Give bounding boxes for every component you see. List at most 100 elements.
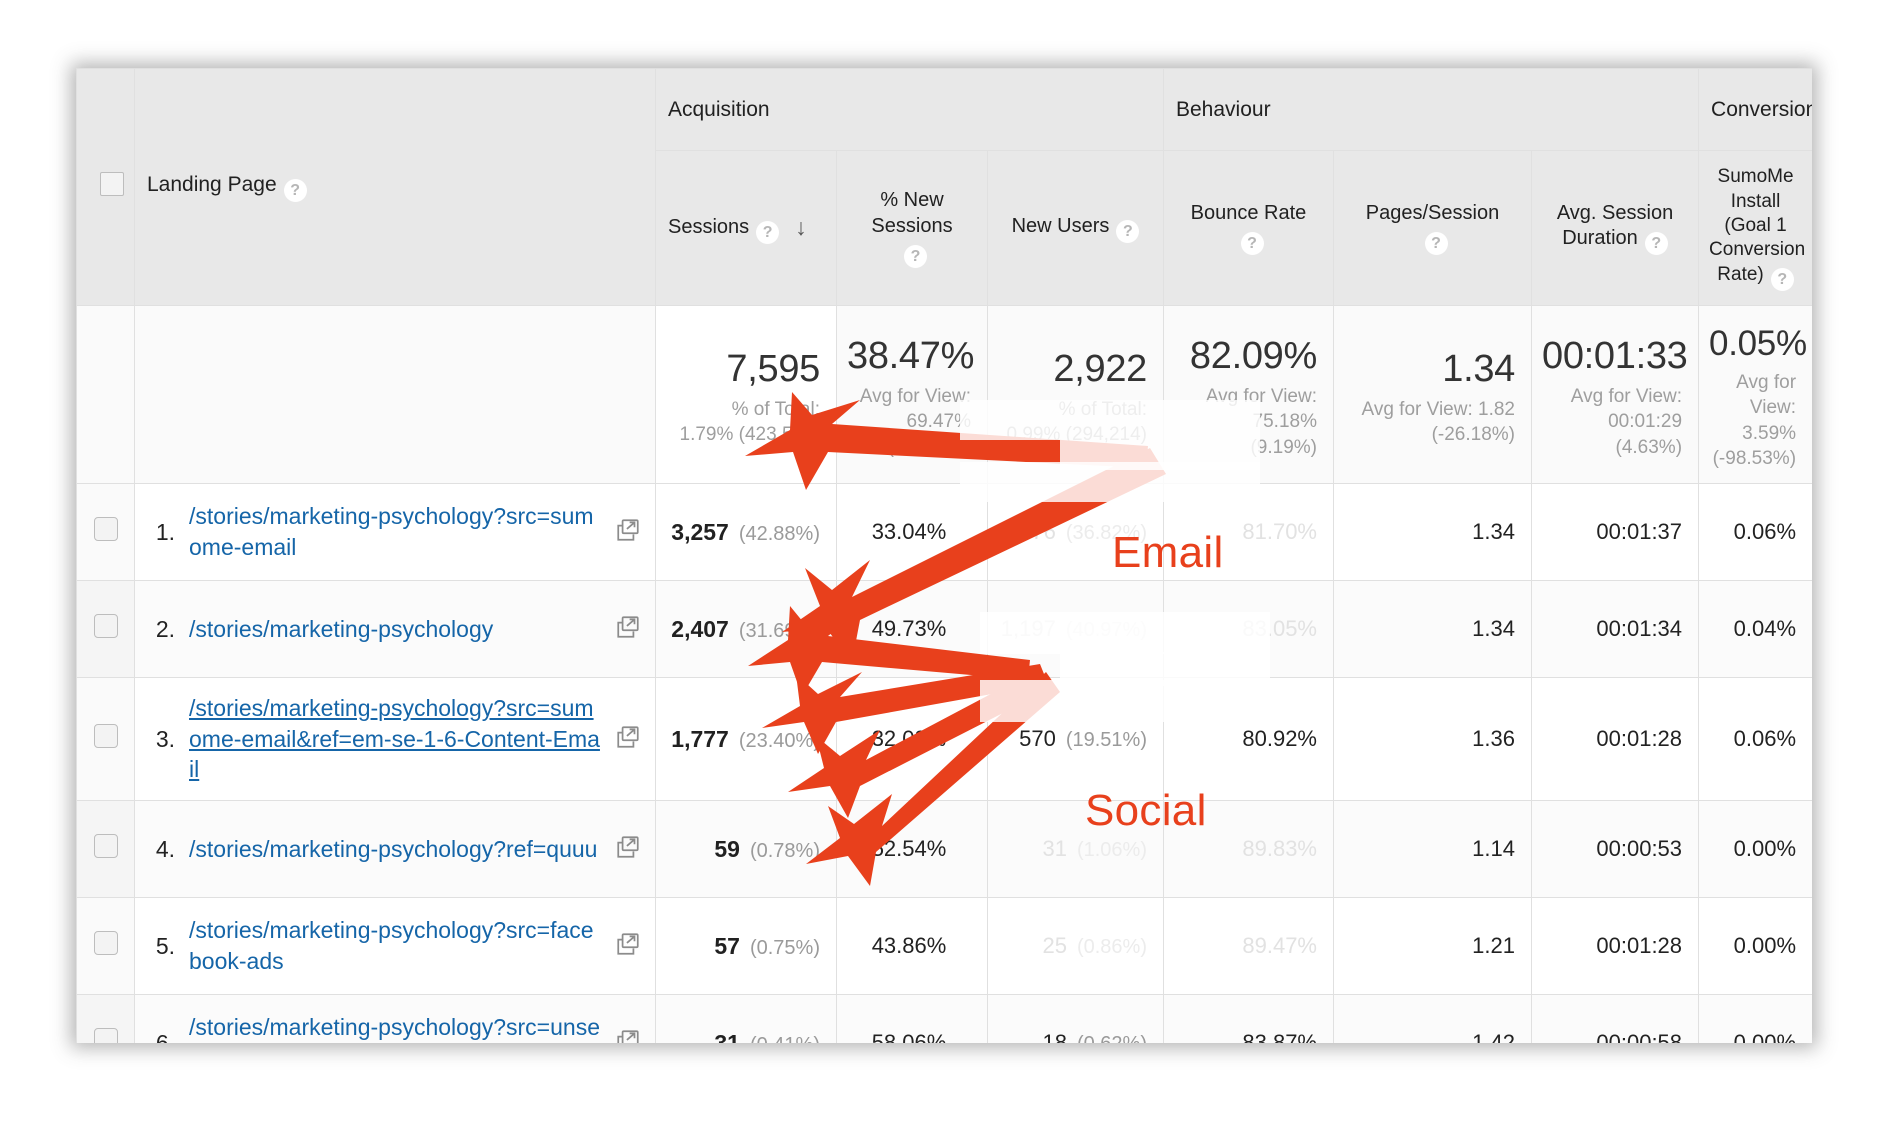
conversion-rate-cell: 0.06% — [1698, 483, 1812, 582]
row-select-cell[interactable] — [76, 994, 135, 1043]
column-header-avg-session-duration[interactable]: Avg. Session Duration? — [1530, 150, 1700, 306]
row-select-cell[interactable] — [76, 897, 135, 996]
open-in-new-window-icon[interactable] — [615, 931, 641, 962]
row-checkbox[interactable] — [93, 1028, 118, 1043]
summary-checkbox-cell — [76, 304, 135, 485]
bounce-rate-value: 80.92% — [1242, 726, 1317, 752]
select-all-checkbox[interactable] — [99, 172, 124, 196]
row-checkbox[interactable] — [93, 517, 118, 542]
avg-session-duration-cell: 00:01:28 — [1530, 897, 1700, 996]
conversion-rate-value: 0.00% — [1733, 836, 1797, 862]
help-icon[interactable]: ? — [1116, 219, 1140, 243]
sessions-value: 1,777 — [671, 725, 729, 752]
new-sessions-pct-value: 52.54% — [871, 836, 947, 862]
column-header-pages-session[interactable]: Pages/Session? — [1333, 150, 1532, 306]
avg-session-duration-cell: 00:01:28 — [1530, 677, 1700, 802]
bounce-rate-cell: 83.05% — [1163, 580, 1334, 679]
landing-page-cell[interactable]: 1. /stories/marketing-psychology?src=sumo… — [134, 483, 656, 582]
column-header-sessions[interactable]: Sessions? ↓ — [655, 150, 837, 306]
open-in-new-window-icon[interactable] — [615, 614, 641, 645]
landing-page-cell[interactable]: 5. /stories/marketing-psychology?src=face… — [134, 897, 656, 996]
help-icon[interactable]: ? — [283, 178, 307, 202]
conversion-rate-value: 0.04% — [1733, 616, 1797, 642]
table-row[interactable]: 6. /stories/marketing-psychology?src=unse… — [76, 994, 1812, 1043]
help-icon[interactable]: ? — [756, 220, 780, 244]
new-users-value: 31 — [1042, 836, 1067, 862]
row-rank: 1. — [155, 518, 175, 545]
sessions-value: 3,257 — [671, 518, 729, 545]
row-select-cell[interactable] — [76, 580, 135, 679]
column-header-sumome-goal-conversion[interactable]: SumoMe Install (Goal 1 Conversion Rate)? — [1698, 150, 1812, 306]
landing-page-cell[interactable]: 2. /stories/marketing-psychology — [134, 580, 656, 679]
new-users-percent: (19.51%) — [1065, 729, 1147, 752]
table-row[interactable]: 5. /stories/marketing-psychology?src=face… — [76, 897, 1812, 996]
new-users-cell: 1,076 (36.82%) — [987, 483, 1164, 582]
landing-page-cell[interactable]: 6. /stories/marketing-psychology?src=unse… — [134, 994, 656, 1043]
conversion-rate-value: 0.00% — [1733, 1030, 1797, 1043]
summary-sub-2: View: — [1749, 397, 1797, 419]
avg-session-duration-value: 00:01:28 — [1596, 726, 1683, 752]
row-select-cell[interactable] — [76, 800, 135, 899]
open-in-new-window-icon[interactable] — [615, 1028, 641, 1043]
row-select-cell[interactable] — [76, 677, 135, 802]
help-icon[interactable]: ? — [904, 245, 927, 269]
bounce-rate-value: 83.05% — [1242, 616, 1317, 642]
landing-page-cell[interactable]: 4. /stories/marketing-psychology?ref=quuu — [134, 800, 656, 899]
bounce-rate-cell: 81.70% — [1163, 483, 1334, 582]
landing-page-link[interactable]: /stories/marketing-psychology?src=facebo… — [189, 915, 605, 976]
select-all-cell[interactable] — [76, 68, 135, 306]
new-users-value: 1,197 — [1000, 616, 1056, 642]
landing-page-link[interactable]: /stories/marketing-psychology?src=sumome… — [189, 693, 605, 785]
table-row[interactable]: 4. /stories/marketing-psychology?ref=quuu… — [76, 800, 1812, 899]
row-checkbox[interactable] — [93, 724, 118, 749]
summary-value: 82.09% — [1189, 335, 1317, 378]
summary-sub-1: Avg for — [1736, 372, 1797, 393]
new-users-cell: 570 (19.51%) — [987, 677, 1164, 802]
column-header-new-users[interactable]: New Users? — [987, 150, 1164, 306]
summary-sub-1: Avg for View: 1.82 — [1361, 398, 1515, 420]
dimension-header-cell[interactable]: Landing Page? — [134, 68, 656, 306]
new-users-percent: (40.97%) — [1065, 619, 1147, 642]
summary-sub-1: % of Total: — [1058, 398, 1147, 420]
table-row[interactable]: 1. /stories/marketing-psychology?src=sumo… — [76, 483, 1812, 582]
pages-session-label: Pages/Session — [1365, 201, 1500, 224]
pages-session-cell: 1.36 — [1333, 677, 1532, 802]
landing-page-link[interactable]: /stories/marketing-psychology?src=unsett… — [189, 1012, 605, 1043]
help-icon[interactable]: ? — [1770, 267, 1794, 291]
row-checkbox[interactable] — [93, 834, 118, 859]
help-icon[interactable]: ? — [1240, 232, 1264, 256]
summary-sub-1: Avg for View: — [1570, 386, 1683, 408]
pages-session-cell: 1.34 — [1333, 580, 1532, 679]
summary-value: 00:01:33 — [1542, 335, 1688, 378]
landing-page-report-table: Landing Page? Acquisition Behaviour Conv… — [76, 68, 1812, 1043]
landing-page-link[interactable]: /stories/marketing-psychology?src=sumome… — [189, 501, 605, 562]
column-header-bounce-rate[interactable]: Bounce Rate? — [1163, 150, 1334, 306]
help-icon[interactable]: ? — [1424, 232, 1448, 256]
pages-session-cell: 1.34 — [1333, 483, 1532, 582]
landing-page-link[interactable]: /stories/marketing-psychology — [189, 614, 605, 645]
row-checkbox[interactable] — [93, 931, 118, 956]
open-in-new-window-icon[interactable] — [615, 517, 641, 548]
sessions-percent: (0.78%) — [749, 839, 820, 862]
conversion-rate-cell: 0.00% — [1698, 897, 1812, 996]
pages-session-cell: 1.14 — [1333, 800, 1532, 899]
landing-page-cell[interactable]: 3. /stories/marketing-psychology?src=sumo… — [134, 677, 656, 802]
help-icon[interactable]: ? — [1644, 232, 1668, 256]
open-in-new-window-icon[interactable] — [615, 834, 641, 865]
sessions-value: 2,407 — [671, 615, 729, 642]
new-users-percent: (0.86%) — [1076, 936, 1147, 959]
column-header-new-sessions-pct[interactable]: % New Sessions? — [836, 150, 988, 306]
sort-descending-icon[interactable]: ↓ — [795, 213, 807, 242]
table-row[interactable]: 2. /stories/marketing-psychology 2,407 (31.… — [76, 580, 1812, 679]
open-in-new-window-icon[interactable] — [615, 724, 641, 755]
bounce-rate-cell: 83.87% — [1163, 994, 1334, 1043]
summary-row: 7,595 % of Total: 1.79% (423,515) 38.47%… — [76, 304, 1812, 485]
sessions-cell: 2,407 (31.69%) — [655, 580, 837, 679]
table-row[interactable]: 3. /stories/marketing-psychology?src=sumo… — [76, 677, 1812, 802]
row-select-cell[interactable] — [76, 483, 135, 582]
summary-conversion-rate: 0.05% Avg for View: 3.59% (-98.53%) — [1698, 304, 1812, 485]
summary-sub-2: 1.79% (423,515) — [679, 424, 821, 446]
landing-page-link[interactable]: /stories/marketing-psychology?ref=quuu — [189, 834, 605, 865]
summary-sub-2: 75.18% — [1252, 411, 1317, 433]
row-checkbox[interactable] — [93, 614, 118, 639]
